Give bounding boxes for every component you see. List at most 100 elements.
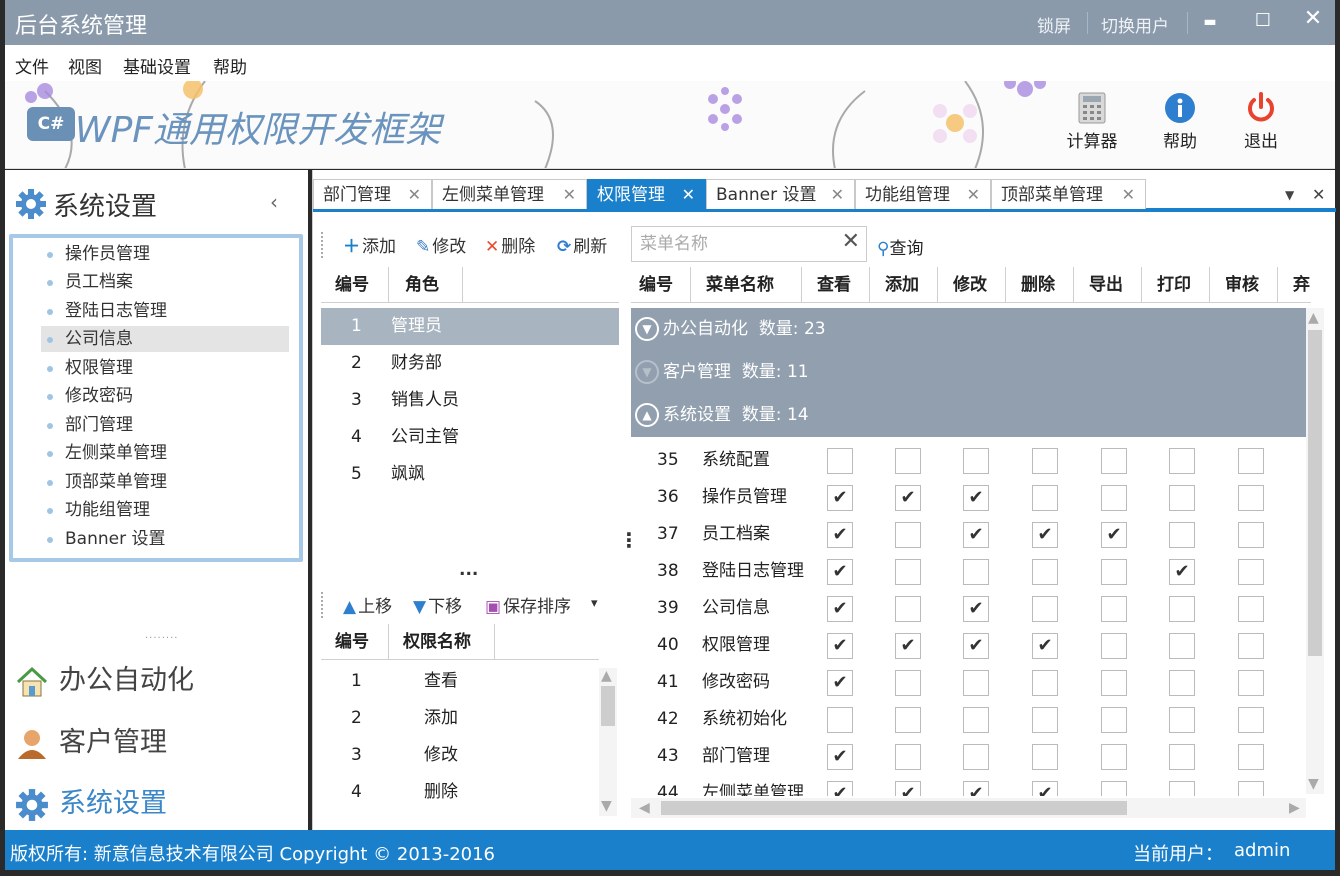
permission-checkbox[interactable] (963, 448, 989, 474)
permission-checkbox[interactable] (895, 522, 921, 548)
toolbar-overflow-button[interactable]: ▾ (591, 596, 598, 611)
permission-checkbox[interactable] (963, 707, 989, 733)
table-row[interactable]: 40 权限管理 ✔ ✔ ✔ ✔ (631, 627, 1306, 664)
horizontal-splitter[interactable]: ... (459, 560, 478, 580)
edit-button[interactable]: ✎ 修改 (416, 232, 466, 257)
permission-checkbox[interactable] (1238, 670, 1264, 696)
menu-help[interactable]: 帮助 (213, 53, 247, 78)
switch-user-button[interactable]: 切换用户 (1101, 12, 1169, 37)
permission-checkbox[interactable] (963, 744, 989, 770)
sidebar-item-operator[interactable]: 操作员管理 (41, 241, 289, 267)
scroll-down-arrow-icon[interactable]: ▼ (601, 798, 612, 814)
column-header[interactable]: 菜单名称 (691, 267, 802, 303)
permission-checkbox[interactable]: ✔ (827, 781, 853, 796)
save-sort-button[interactable]: ▣ 保存排序 (485, 592, 571, 617)
permission-checkbox[interactable]: ✔ (827, 559, 853, 585)
permission-checkbox[interactable]: ✔ (1032, 781, 1058, 796)
permission-checkbox[interactable]: ✔ (963, 596, 989, 622)
permission-checkbox[interactable] (1101, 559, 1127, 585)
refresh-button[interactable]: ⟳ 刷新 (557, 232, 607, 257)
permission-checkbox[interactable] (1101, 781, 1127, 796)
permission-checkbox[interactable] (1238, 559, 1264, 585)
menu-view[interactable]: 视图 (68, 53, 102, 78)
toolbar-grip[interactable] (321, 232, 325, 258)
permission-checkbox[interactable] (895, 596, 921, 622)
table-row[interactable]: 43 部门管理 ✔ (631, 738, 1306, 775)
scroll-left-arrow-icon[interactable]: ◀ (639, 800, 650, 816)
permission-checkbox[interactable] (1169, 485, 1195, 511)
minimize-button[interactable]: ▬ (1195, 14, 1225, 30)
exit-button[interactable]: 退出 (1229, 91, 1293, 152)
column-header[interactable]: 权限名称 (389, 624, 495, 660)
permission-checkbox[interactable] (1101, 485, 1127, 511)
column-header[interactable]: 角色 (389, 267, 463, 303)
column-header[interactable]: 编号 (321, 267, 389, 303)
permission-checkbox[interactable]: ✔ (963, 522, 989, 548)
sidebar-item-function-group[interactable]: 功能组管理 (41, 497, 289, 523)
table-row[interactable]: 3 修改 (321, 737, 599, 774)
close-icon[interactable]: ✕ (563, 180, 576, 210)
column-header[interactable]: 删除 (1006, 267, 1074, 303)
permission-checkbox[interactable] (1032, 559, 1058, 585)
permission-checkbox[interactable]: ✔ (895, 781, 921, 796)
menu-basic-settings[interactable]: 基础设置 (123, 53, 191, 78)
permission-checkbox[interactable] (895, 448, 921, 474)
table-row[interactable]: 38 登陆日志管理 ✔ ✔ (631, 553, 1306, 590)
move-up-button[interactable]: ▲ 上移 (343, 592, 392, 617)
permission-checkbox[interactable] (1169, 744, 1195, 770)
chevron-down-icon[interactable]: ▼ (635, 360, 659, 384)
permission-checkbox[interactable] (1032, 744, 1058, 770)
permission-checkbox[interactable] (1238, 485, 1264, 511)
close-icon[interactable]: ✕ (408, 180, 421, 210)
permission-checkbox[interactable] (895, 744, 921, 770)
column-header[interactable]: 修改 (938, 267, 1006, 303)
sidebar-collapse-button[interactable]: ‹ (270, 190, 278, 214)
permission-checkbox[interactable] (963, 670, 989, 696)
permission-checkbox[interactable] (1169, 781, 1195, 796)
permission-checkbox[interactable]: ✔ (963, 633, 989, 659)
permission-checkbox[interactable]: ✔ (1101, 522, 1127, 548)
scroll-right-arrow-icon[interactable]: ▶ (1289, 800, 1300, 816)
lock-screen-button[interactable]: 锁屏 (1037, 12, 1071, 37)
permission-checkbox[interactable] (1169, 596, 1195, 622)
table-row[interactable]: 44 左侧菜单管理 ✔ ✔ ✔ ✔ (631, 775, 1306, 796)
permission-checkbox[interactable] (1101, 707, 1127, 733)
permission-checkbox[interactable] (895, 707, 921, 733)
column-header[interactable]: 弃 (1278, 267, 1311, 303)
permission-checkbox[interactable]: ✔ (1032, 633, 1058, 659)
column-header[interactable]: 打印 (1142, 267, 1210, 303)
permission-checkbox[interactable] (1169, 522, 1195, 548)
permission-checkbox[interactable] (1032, 596, 1058, 622)
permission-checkbox[interactable] (1169, 448, 1195, 474)
group-row-customer-management[interactable]: ▼ 客户管理 数量: 11 (631, 351, 1306, 394)
table-row[interactable]: 42 系统初始化 (631, 701, 1306, 738)
sidebar-item-top-menu[interactable]: 顶部菜单管理 (41, 469, 289, 495)
menu-grid-hscrollbar[interactable]: ◀ ▶ (631, 798, 1306, 818)
permission-checkbox[interactable]: ✔ (827, 522, 853, 548)
menu-name-input[interactable] (640, 233, 830, 255)
table-row[interactable]: 39 公司信息 ✔ ✔ (631, 590, 1306, 627)
permission-checkbox[interactable] (895, 559, 921, 585)
maximize-button[interactable]: ☐ (1248, 10, 1278, 31)
permission-checkbox[interactable] (1238, 744, 1264, 770)
table-row[interactable]: 36 操作员管理 ✔ ✔ ✔ (631, 479, 1306, 516)
sidebar-item-department[interactable]: 部门管理 (41, 412, 289, 438)
permission-checkbox[interactable] (1101, 448, 1127, 474)
permission-checkbox[interactable]: ✔ (827, 670, 853, 696)
permission-checkbox[interactable] (1032, 670, 1058, 696)
table-row[interactable]: 4 删除 (321, 774, 599, 811)
sidebar-item-left-menu[interactable]: 左侧菜单管理 (41, 440, 289, 466)
column-header[interactable]: 编号 (321, 624, 389, 660)
delete-button[interactable]: ✕ 删除 (485, 232, 535, 257)
table-row[interactable]: 5 飒飒 (321, 456, 619, 493)
group-row-office-automation[interactable]: ▼ 办公自动化 数量: 23 (631, 308, 1306, 351)
scroll-up-arrow-icon[interactable]: ▲ (601, 668, 612, 684)
table-row[interactable]: 35 系统配置 (631, 442, 1306, 479)
tab-department[interactable]: 部门管理 ✕ (313, 179, 432, 209)
permission-checkbox[interactable] (1101, 744, 1127, 770)
query-button[interactable]: ⚲查询 (877, 234, 923, 259)
scroll-down-arrow-icon[interactable]: ▼ (1308, 776, 1319, 792)
tab-function-group[interactable]: 功能组管理 ✕ (855, 179, 991, 209)
permission-checkbox[interactable]: ✔ (963, 485, 989, 511)
column-header[interactable]: 审核 (1210, 267, 1278, 303)
